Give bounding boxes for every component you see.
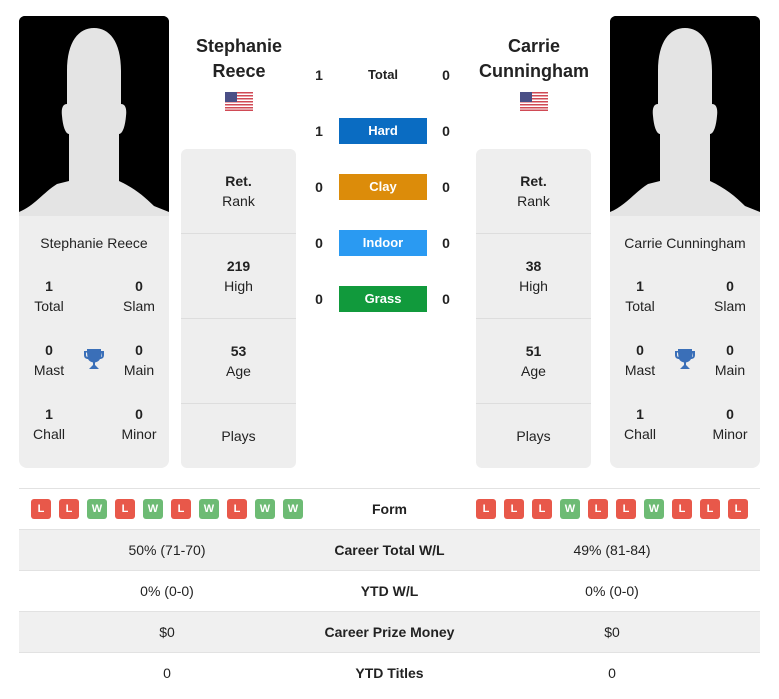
titles-total-right: 1 Total: [625, 278, 655, 314]
titles-chall-left: 1 Chall: [33, 406, 65, 442]
rank-stat-left: Ret. Rank: [181, 149, 296, 234]
form-loss-badge[interactable]: L: [227, 499, 247, 519]
player-name-left: Stephanie Reece: [40, 235, 148, 251]
titles-slam-left: 0 Slam: [123, 278, 155, 314]
surface-grass-badge: Grass: [339, 286, 427, 312]
form-win-badge[interactable]: W: [255, 499, 275, 519]
table-row: 50% (71-70) Career Total W/L 49% (81-84): [19, 529, 760, 570]
form-win-badge[interactable]: W: [560, 499, 580, 519]
titles-chall-right: 1 Chall: [624, 406, 656, 442]
form-loss-badge[interactable]: L: [616, 499, 636, 519]
form-loss-badge[interactable]: L: [504, 499, 524, 519]
form-loss-badge[interactable]: L: [700, 499, 720, 519]
form-loss-badge[interactable]: L: [31, 499, 51, 519]
form-win-badge[interactable]: W: [143, 499, 163, 519]
plays-stat-left: Plays: [221, 428, 256, 444]
h2h-row-total: 1 Total 0: [305, 62, 465, 88]
form-loss-badge[interactable]: L: [476, 499, 496, 519]
plays-stat-right: Plays: [516, 428, 551, 444]
form-loss-badge[interactable]: L: [115, 499, 135, 519]
player-card-right: Carrie Cunningham 1 Total 0 Slam 0 Mast …: [610, 216, 760, 468]
form-right: LLLWLLWLLL: [464, 499, 760, 519]
titles-main-left: 0 Main: [123, 342, 155, 378]
form-loss-badge[interactable]: L: [171, 499, 191, 519]
titles-main-right: 0 Main: [714, 342, 746, 378]
form-left: LLWLWLWLWW: [19, 499, 315, 519]
form-loss-badge[interactable]: L: [532, 499, 552, 519]
us-flag-icon: [520, 92, 548, 111]
surface-indoor-badge: Indoor: [339, 230, 427, 256]
avatar-silhouette-icon: [19, 16, 169, 216]
titles-minor-left: 0 Minor: [121, 406, 157, 442]
surface-hard-badge: Hard: [339, 118, 427, 144]
trophy-icon: [675, 349, 695, 369]
form-win-badge[interactable]: W: [87, 499, 107, 519]
player-photo-right: [610, 16, 760, 216]
table-row: 0% (0-0) YTD W/L 0% (0-0): [19, 570, 760, 611]
surface-total-label: Total: [367, 67, 399, 82]
titles-mast-right: 0 Mast: [624, 342, 656, 378]
form-loss-badge[interactable]: L: [588, 499, 608, 519]
form-loss-badge[interactable]: L: [672, 499, 692, 519]
form-label: Form: [372, 501, 407, 517]
titles-minor-right: 0 Minor: [712, 406, 748, 442]
h2h-row-clay: 0 Clay 0: [305, 174, 465, 200]
high-stat-right: 38 High: [476, 234, 591, 319]
titles-mast-left: 0 Mast: [33, 342, 65, 378]
age-stat-left: 53 Age: [181, 319, 296, 404]
table-row: 0 YTD Titles 0: [19, 652, 760, 693]
comparison-table: LLWLWLWLWW Form LLLWLLWLLL 50% (71-70) C…: [19, 488, 760, 693]
form-loss-badge[interactable]: L: [59, 499, 79, 519]
player-photo-left: [19, 16, 169, 216]
h2h-row-hard: 1 Hard 0: [305, 118, 465, 144]
form-win-badge[interactable]: W: [199, 499, 219, 519]
titles-total-left: 1 Total: [34, 278, 64, 314]
rank-stat-right: Ret. Rank: [476, 149, 591, 234]
us-flag-icon: [225, 92, 253, 111]
h2h-row-grass: 0 Grass 0: [305, 286, 465, 312]
player-title-right[interactable]: Carrie Cunningham: [459, 34, 609, 84]
player-stats-left: Ret. Rank 219 High 53 Age Plays: [181, 149, 296, 468]
form-win-badge[interactable]: W: [283, 499, 303, 519]
player-title-left[interactable]: Stephanie Reece: [164, 34, 314, 84]
form-win-badge[interactable]: W: [644, 499, 664, 519]
player-card-left: Stephanie Reece 1 Total 0 Slam 0 Mast 0 …: [19, 216, 169, 468]
player-stats-right: Ret. Rank 38 High 51 Age Plays: [476, 149, 591, 468]
avatar-silhouette-icon: [610, 16, 760, 216]
table-row: $0 Career Prize Money $0: [19, 611, 760, 652]
titles-slam-right: 0 Slam: [714, 278, 746, 314]
trophy-icon: [84, 349, 104, 369]
surface-clay-badge: Clay: [339, 174, 427, 200]
h2h-row-indoor: 0 Indoor 0: [305, 230, 465, 256]
form-row: LLWLWLWLWW Form LLLWLLWLLL: [19, 488, 760, 529]
age-stat-right: 51 Age: [476, 319, 591, 404]
high-stat-left: 219 High: [181, 234, 296, 319]
player-name-right: Carrie Cunningham: [624, 235, 746, 251]
form-loss-badge[interactable]: L: [728, 499, 748, 519]
